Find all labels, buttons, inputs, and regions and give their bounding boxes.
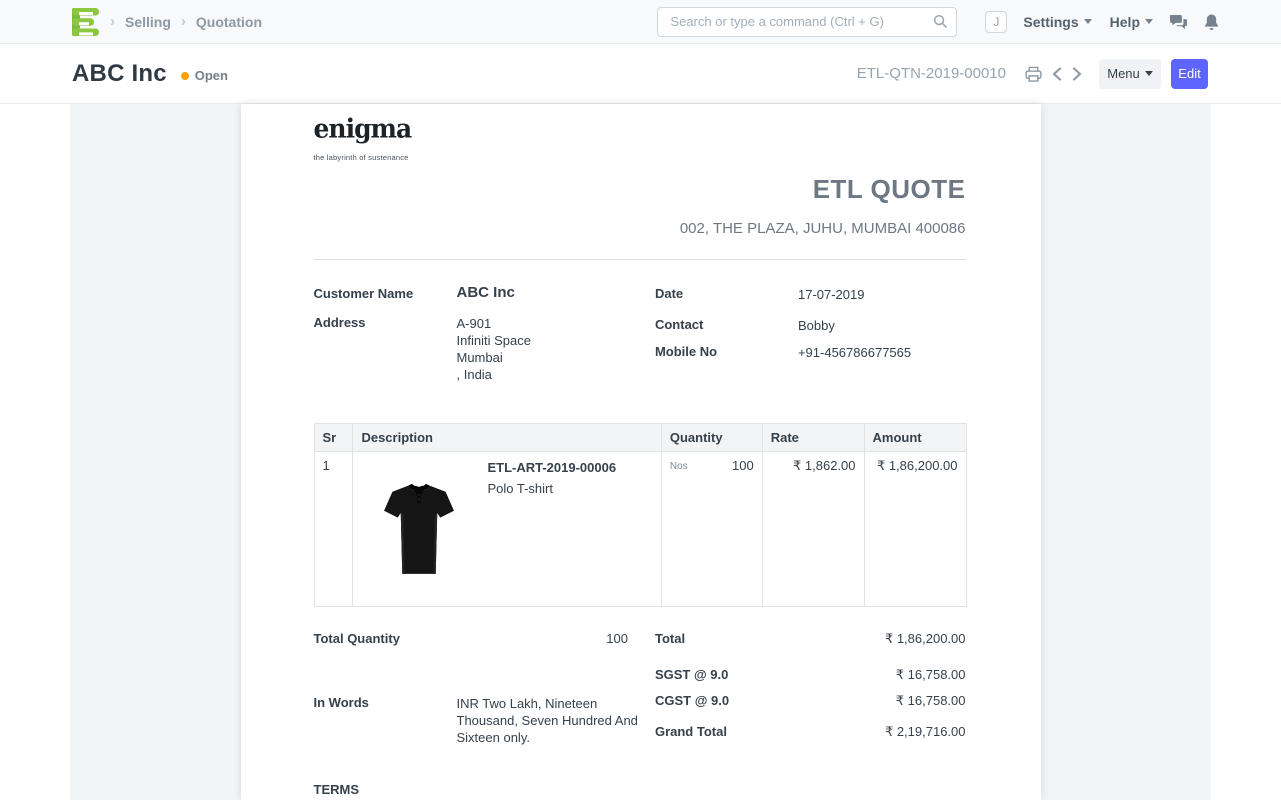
date-value: 17-07-2019 xyxy=(798,286,865,303)
doc-name: ETL-QTN-2019-00010 xyxy=(857,65,1006,82)
item-sr: 1 xyxy=(314,452,353,607)
help-menu[interactable]: Help xyxy=(1110,14,1153,30)
grand-total-value: ₹ 2,19,716.00 xyxy=(885,724,966,740)
prev-doc-chevron-left-icon[interactable] xyxy=(1052,67,1062,81)
sgst-value: ₹ 16,758.00 xyxy=(896,667,966,683)
status-dot xyxy=(181,72,189,80)
global-search xyxy=(657,7,957,37)
items-table: Sr Description Quantity Rate Amount 1 xyxy=(314,423,967,607)
in-words-label: In Words xyxy=(314,695,457,746)
address-line: A-901 xyxy=(457,315,531,332)
mobile-label: Mobile No xyxy=(655,344,798,361)
chevron-down-icon xyxy=(1084,19,1092,24)
company-logo: enigma xyxy=(314,113,966,143)
item-description-cell: ETL-ART-2019-00006 Polo T-shirt xyxy=(353,452,661,607)
item-uom: Nos xyxy=(670,458,688,472)
breadcrumb-quotation[interactable]: Quotation xyxy=(196,14,262,30)
company-address: 002, THE PLAZA, JUHU, MUMBAI 400086 xyxy=(314,220,966,237)
cgst-value: ₹ 16,758.00 xyxy=(896,693,966,709)
next-doc-chevron-right-icon[interactable] xyxy=(1072,67,1082,81)
item-qty: 100 xyxy=(732,458,754,473)
page-head: ABC Inc Open ETL-QTN-2019-00010 Menu xyxy=(0,44,1281,104)
contact-label: Contact xyxy=(655,317,798,334)
search-input[interactable] xyxy=(657,7,957,37)
company-tagline: the labyrinth of sustenance xyxy=(314,153,966,162)
totals-section: Total Quantity 100 In Words INR Two Lakh… xyxy=(314,631,966,746)
chevron-down-icon xyxy=(1145,19,1153,24)
navbar-right: J Settings Help xyxy=(657,7,1219,37)
edit-button[interactable]: Edit xyxy=(1171,59,1208,89)
table-row: 1 xyxy=(314,452,966,607)
page-content: enigma the labyrinth of sustenance ETL Q… xyxy=(0,104,1281,800)
app-logo[interactable] xyxy=(72,8,100,36)
breadcrumb-separator: › xyxy=(110,13,115,30)
status-label: Open xyxy=(195,68,228,83)
address-line: Infiniti Space xyxy=(457,332,531,349)
total-quantity-label: Total Quantity xyxy=(314,631,400,646)
date-label: Date xyxy=(655,286,798,303)
col-header-description: Description xyxy=(353,424,661,452)
cgst-label: CGST @ 9.0 xyxy=(655,693,729,709)
print-preview-paper: enigma the labyrinth of sustenance ETL Q… xyxy=(241,104,1041,800)
total-quantity-value: 100 xyxy=(606,631,628,646)
col-header-rate: Rate xyxy=(762,424,864,452)
col-header-amount: Amount xyxy=(864,424,966,452)
mobile-value: +91-456786677565 xyxy=(798,344,911,361)
erpnext-logo-icon xyxy=(72,8,100,36)
divider xyxy=(314,259,966,260)
in-words-value: INR Two Lakh, Nineteen Thousand, Seven H… xyxy=(457,695,642,746)
grand-total-label: Grand Total xyxy=(655,724,727,740)
item-image-polo-tshirt xyxy=(381,458,457,600)
customer-name-value: ABC Inc xyxy=(457,284,515,301)
chat-icon[interactable] xyxy=(1169,14,1188,30)
total-label: Total xyxy=(655,631,685,647)
address-value: A-901 Infiniti Space Mumbai , India xyxy=(457,315,531,383)
item-quantity-cell: Nos 100 xyxy=(661,452,762,607)
sgst-label: SGST @ 9.0 xyxy=(655,667,728,683)
customer-name-label: Customer Name xyxy=(314,286,457,301)
terms-heading: TERMS xyxy=(314,782,966,797)
address-line: , India xyxy=(457,366,531,383)
breadcrumb-selling[interactable]: Selling xyxy=(125,14,171,30)
total-value: ₹ 1,86,200.00 xyxy=(885,631,966,647)
print-preview-wrapper: enigma the labyrinth of sustenance ETL Q… xyxy=(70,104,1211,800)
page-head-actions: ETL-QTN-2019-00010 Menu Edit xyxy=(857,59,1208,89)
print-icon[interactable] xyxy=(1025,66,1042,82)
menu-button[interactable]: Menu xyxy=(1099,59,1161,89)
items-table-header-row: Sr Description Quantity Rate Amount xyxy=(314,424,966,452)
status-badge: Open xyxy=(181,68,228,83)
terms-section: TERMS Validity of quotation is 45 days. xyxy=(314,782,966,800)
top-navbar: › Selling › Quotation J Settings Help xyxy=(0,0,1281,44)
item-code: ETL-ART-2019-00006 xyxy=(487,460,616,475)
breadcrumb-separator: › xyxy=(181,13,186,30)
menu-button-label: Menu xyxy=(1107,66,1140,81)
chevron-down-icon xyxy=(1145,71,1153,76)
col-header-sr: Sr xyxy=(314,424,353,452)
item-rate: ₹ 1,862.00 xyxy=(762,452,864,607)
user-avatar[interactable]: J xyxy=(985,11,1007,33)
search-icon xyxy=(933,14,948,34)
address-line: Mumbai xyxy=(457,349,531,366)
col-header-quantity: Quantity xyxy=(661,424,762,452)
quote-fields: Customer Name ABC Inc Address A-901 Infi… xyxy=(314,286,966,397)
help-label: Help xyxy=(1110,14,1140,30)
quote-title: ETL QUOTE xyxy=(314,174,966,205)
address-label: Address xyxy=(314,315,457,383)
notifications-bell-icon[interactable] xyxy=(1204,13,1219,30)
settings-label: Settings xyxy=(1023,14,1078,30)
item-amount: ₹ 1,86,200.00 xyxy=(864,452,966,607)
contact-value: Bobby xyxy=(798,317,835,334)
item-name: Polo T-shirt xyxy=(487,481,616,496)
settings-menu[interactable]: Settings xyxy=(1023,14,1091,30)
page-title: ABC Inc xyxy=(72,60,167,88)
